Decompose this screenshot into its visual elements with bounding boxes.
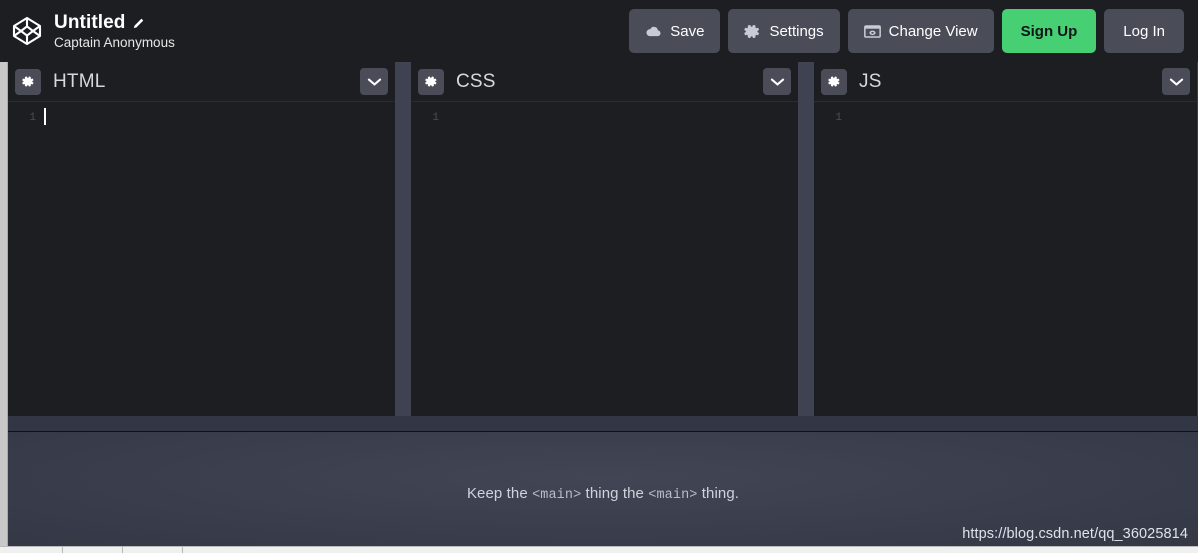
header-actions: Save Settings Change View Sign Up Log In	[629, 9, 1184, 53]
html-collapse-button[interactable]	[360, 68, 388, 95]
layout-icon	[863, 23, 881, 40]
text-caret	[44, 108, 46, 125]
change-view-button-label: Change View	[888, 22, 978, 40]
pencil-icon[interactable]	[132, 17, 145, 30]
codepen-editor-app: Untitled Captain Anonymous Save Settings…	[0, 0, 1198, 553]
css-settings-button[interactable]	[418, 68, 444, 95]
horizontal-scrollbar[interactable]	[0, 546, 1198, 553]
editor-pane-html: HTML 1	[8, 62, 395, 416]
editor-pane-js: JS 1	[814, 62, 1197, 416]
js-code-editor[interactable]: 1	[814, 101, 1197, 416]
pen-author[interactable]: Captain Anonymous	[54, 35, 175, 51]
tagline-tag-2: <main>	[648, 488, 698, 503]
page-title: Untitled	[54, 11, 126, 33]
preview-tagline: Keep the <main> thing the <main> thing.	[467, 485, 739, 503]
vertical-scrollbar[interactable]	[0, 62, 8, 547]
js-settings-button[interactable]	[821, 68, 847, 95]
gear-icon	[827, 76, 839, 87]
tagline-suffix: thing.	[697, 485, 740, 502]
gear-icon	[21, 76, 33, 87]
chevron-down-icon	[1169, 78, 1183, 85]
js-code-body[interactable]	[848, 102, 1197, 416]
editor-preview-resize-handle[interactable]	[8, 416, 1198, 432]
gear-icon	[424, 76, 436, 87]
editor-pane-css-header: CSS	[411, 62, 798, 101]
chevron-down-icon	[367, 78, 381, 85]
save-button[interactable]: Save	[629, 9, 721, 53]
settings-button-label: Settings	[769, 22, 824, 40]
editor-pane-js-label: JS	[859, 70, 882, 92]
tagline-middle: thing the	[581, 485, 649, 502]
save-button-label: Save	[670, 22, 705, 40]
html-code-body[interactable]	[42, 102, 395, 416]
css-collapse-button[interactable]	[763, 68, 791, 95]
editor-pane-css: CSS 1	[411, 62, 798, 416]
html-code-editor[interactable]: 1	[8, 101, 395, 416]
settings-button[interactable]: Settings	[728, 9, 840, 53]
html-gutter: 1	[29, 112, 36, 124]
css-code-body[interactable]	[445, 102, 798, 416]
editor-pane-js-header: JS	[814, 62, 1197, 101]
css-gutter: 1	[432, 112, 439, 124]
js-collapse-button[interactable]	[1162, 68, 1190, 95]
watermark-text: https://blog.csdn.net/qq_36025814	[962, 526, 1188, 542]
change-view-button[interactable]: Change View	[847, 9, 994, 53]
cloud-icon	[645, 23, 662, 40]
codepen-logo-icon[interactable]	[10, 14, 44, 48]
tagline-tag-1: <main>	[532, 488, 582, 503]
sign-up-button-label: Sign Up	[1020, 22, 1078, 40]
editor-pane-html-label: HTML	[53, 70, 106, 92]
editor-pane-html-header: HTML	[8, 62, 395, 101]
editor-pane-css-label: CSS	[456, 70, 496, 92]
log-in-button-label: Log In	[1123, 22, 1165, 40]
pen-title-row: Untitled	[54, 12, 175, 34]
tagline-prefix: Keep the	[466, 485, 533, 502]
pen-meta: Untitled Captain Anonymous	[54, 12, 175, 50]
pane-divider-2[interactable]	[798, 62, 814, 416]
js-gutter: 1	[835, 112, 842, 124]
top-header-bar: Untitled Captain Anonymous Save Settings…	[0, 0, 1198, 62]
pane-divider-1[interactable]	[395, 62, 411, 416]
chevron-down-icon	[770, 78, 784, 85]
log-in-button[interactable]: Log In	[1104, 9, 1184, 53]
html-settings-button[interactable]	[15, 68, 41, 95]
gear-icon	[744, 23, 761, 40]
css-code-editor[interactable]: 1	[411, 101, 798, 416]
sign-up-button[interactable]: Sign Up	[1001, 9, 1097, 53]
editor-panes-row: HTML 1 CSS 1 JS 1	[8, 62, 1198, 416]
